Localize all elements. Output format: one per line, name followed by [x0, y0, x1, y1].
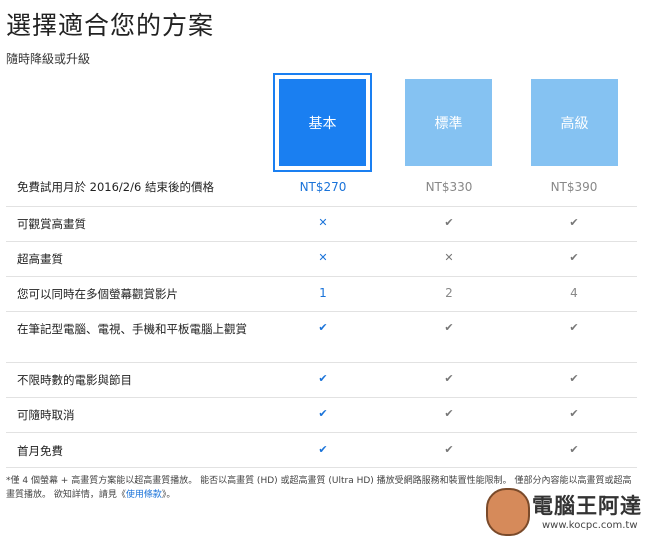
row-label: 您可以同時在多個螢幕觀賞影片	[17, 287, 178, 301]
table-row-first-month: 首月免費 ✔ ✔ ✔	[6, 433, 637, 468]
row-label: 可隨時取消	[17, 408, 75, 422]
page-subtitle: 隨時降級或升級	[6, 52, 91, 66]
terms-link[interactable]: 使用條款	[126, 490, 162, 500]
cross-icon: ✕	[318, 251, 328, 264]
price-standard: NT$330	[425, 180, 473, 194]
check-icon: ✔	[444, 443, 454, 456]
check-icon: ✔	[318, 407, 328, 420]
check-icon: ✔	[318, 372, 328, 385]
plan-standard-label: 標準	[434, 115, 463, 132]
row-label: 免費試用月於 2016/2/6 結束後的價格	[17, 180, 214, 194]
mascot-icon	[486, 488, 530, 536]
table-row-cancel: 可隨時取消 ✔ ✔ ✔	[6, 398, 637, 433]
cross-icon: ✕	[444, 251, 454, 264]
watermark-url: www.kocpc.com.tw	[542, 520, 638, 531]
watermark-logo: 電腦王阿達 www.kocpc.com.tw	[484, 482, 644, 540]
row-label: 可觀賞高畫質	[17, 217, 86, 231]
screens-premium: 4	[570, 286, 578, 300]
check-icon: ✔	[569, 407, 579, 420]
check-icon: ✔	[569, 372, 579, 385]
plan-premium-button[interactable]: 高級	[531, 79, 618, 166]
table-row-screens: 您可以同時在多個螢幕觀賞影片 1 2 4	[6, 277, 637, 312]
screens-basic: 1	[319, 286, 327, 300]
plan-premium-label: 高級	[560, 115, 589, 132]
cross-icon: ✕	[318, 216, 328, 229]
table-row-price: 免費試用月於 2016/2/6 結束後的價格 NT$270 NT$330 NT$…	[6, 170, 637, 207]
table-row-uhd: 超高畫質 ✕ ✕ ✔	[6, 242, 637, 277]
plan-basic-button[interactable]: 基本	[273, 73, 372, 172]
check-icon: ✔	[318, 321, 328, 334]
footnote-end: 》。	[161, 490, 176, 500]
row-label: 在筆記型電腦、電視、手機和平板電腦上觀賞	[17, 322, 247, 336]
watermark-name: 電腦王阿達	[532, 494, 642, 518]
table-row-devices: 在筆記型電腦、電視、手機和平板電腦上觀賞 ✔ ✔ ✔	[6, 312, 637, 363]
check-icon: ✔	[444, 216, 454, 229]
price-premium: NT$390	[550, 180, 598, 194]
plan-basic-label: 基本	[308, 115, 337, 132]
screens-standard: 2	[445, 286, 453, 300]
check-icon: ✔	[444, 407, 454, 420]
check-icon: ✔	[569, 321, 579, 334]
table-row-unlimited: 不限時數的電影與節目 ✔ ✔ ✔	[6, 363, 637, 398]
page-title: 選擇適合您的方案	[6, 11, 215, 40]
check-icon: ✔	[569, 251, 579, 264]
row-label: 不限時數的電影與節目	[17, 373, 132, 387]
price-basic: NT$270	[299, 180, 347, 194]
check-icon: ✔	[444, 372, 454, 385]
row-label: 超高畫質	[17, 252, 63, 266]
plan-standard-button[interactable]: 標準	[405, 79, 492, 166]
check-icon: ✔	[444, 321, 454, 334]
check-icon: ✔	[569, 443, 579, 456]
check-icon: ✔	[569, 216, 579, 229]
row-label: 首月免費	[17, 444, 63, 458]
check-icon: ✔	[318, 443, 328, 456]
table-row-hd: 可觀賞高畫質 ✕ ✔ ✔	[6, 207, 637, 242]
